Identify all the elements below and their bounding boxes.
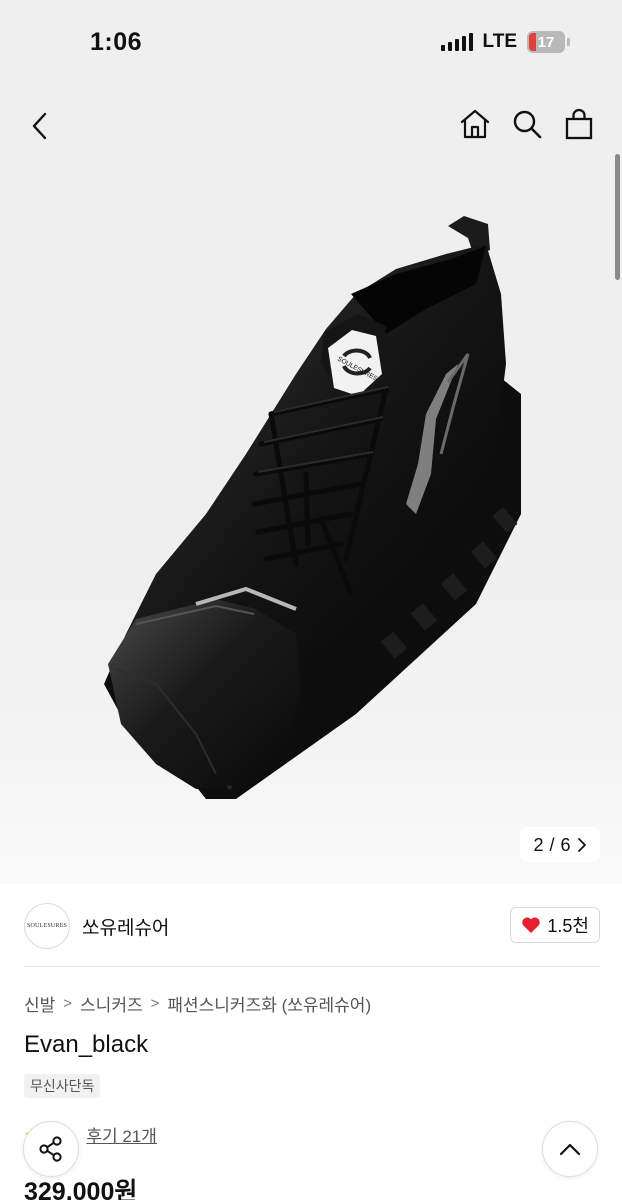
product-image: SOULESURES bbox=[104, 216, 521, 799]
heart-icon bbox=[522, 917, 541, 933]
brand-row[interactable]: SOULESURES 쏘유레슈어 1.5천 bbox=[24, 900, 600, 952]
share-icon bbox=[39, 1136, 62, 1162]
image-pager[interactable]: 2 / 6 bbox=[520, 827, 600, 863]
brand-name[interactable]: 쏘유레슈어 bbox=[82, 913, 169, 940]
search-icon bbox=[513, 110, 542, 139]
battery-tip bbox=[567, 38, 570, 46]
home-icon bbox=[460, 109, 490, 139]
pager-separator: / bbox=[549, 834, 555, 855]
network-label: LTE bbox=[482, 31, 517, 52]
shopping-bag-icon bbox=[565, 108, 593, 140]
back-button[interactable] bbox=[20, 106, 60, 146]
pager-total: 6 bbox=[560, 834, 571, 855]
breadcrumb-item[interactable]: 신발 bbox=[24, 991, 55, 1016]
status-bar: 1:06 LTE 17 bbox=[0, 0, 622, 86]
like-count: 1.5천 bbox=[547, 916, 589, 936]
pager-current: 2 bbox=[533, 834, 544, 855]
breadcrumb-item[interactable]: 패션스니커즈화 (쏘유레슈어) bbox=[167, 991, 371, 1016]
chevron-right-icon: > bbox=[63, 995, 73, 1012]
scroll-indicator[interactable] bbox=[615, 154, 620, 280]
battery-level-text: 17 bbox=[537, 33, 555, 51]
exclusive-badge: 무신사단독 bbox=[24, 1074, 101, 1098]
battery-level bbox=[529, 33, 536, 51]
chevron-right-icon: > bbox=[150, 995, 160, 1012]
brand-logo-text: SOULESURES bbox=[26, 923, 67, 929]
divider bbox=[24, 966, 600, 967]
product-title: Evan_black bbox=[24, 1031, 149, 1058]
product-price: 329,000원 bbox=[24, 1178, 138, 1200]
chevron-up-icon bbox=[559, 1143, 581, 1156]
breadcrumb-item[interactable]: 스니커즈 bbox=[80, 991, 143, 1016]
breadcrumb: 신발 > 스니커즈 > 패션스니커즈화 (쏘유레슈어) bbox=[24, 991, 371, 1016]
product-image-carousel[interactable]: SOULESURES 2 / 6 bbox=[0, 86, 622, 884]
share-button[interactable] bbox=[23, 1121, 79, 1177]
chevron-right-icon bbox=[577, 838, 586, 852]
scroll-to-top-button[interactable] bbox=[542, 1121, 598, 1177]
status-indicators: LTE 17 bbox=[440, 31, 570, 53]
battery-icon: 17 bbox=[527, 31, 565, 53]
home-button[interactable] bbox=[455, 104, 495, 144]
status-time: 1:06 bbox=[90, 28, 143, 56]
signal-icon bbox=[440, 33, 473, 51]
brand-logo[interactable]: SOULESURES bbox=[24, 903, 70, 949]
cart-button[interactable] bbox=[559, 104, 599, 144]
chevron-left-icon bbox=[32, 112, 47, 140]
like-button[interactable]: 1.5천 bbox=[510, 907, 600, 943]
review-link[interactable]: 후기 21개 bbox=[86, 1122, 157, 1147]
search-button[interactable] bbox=[507, 104, 547, 144]
